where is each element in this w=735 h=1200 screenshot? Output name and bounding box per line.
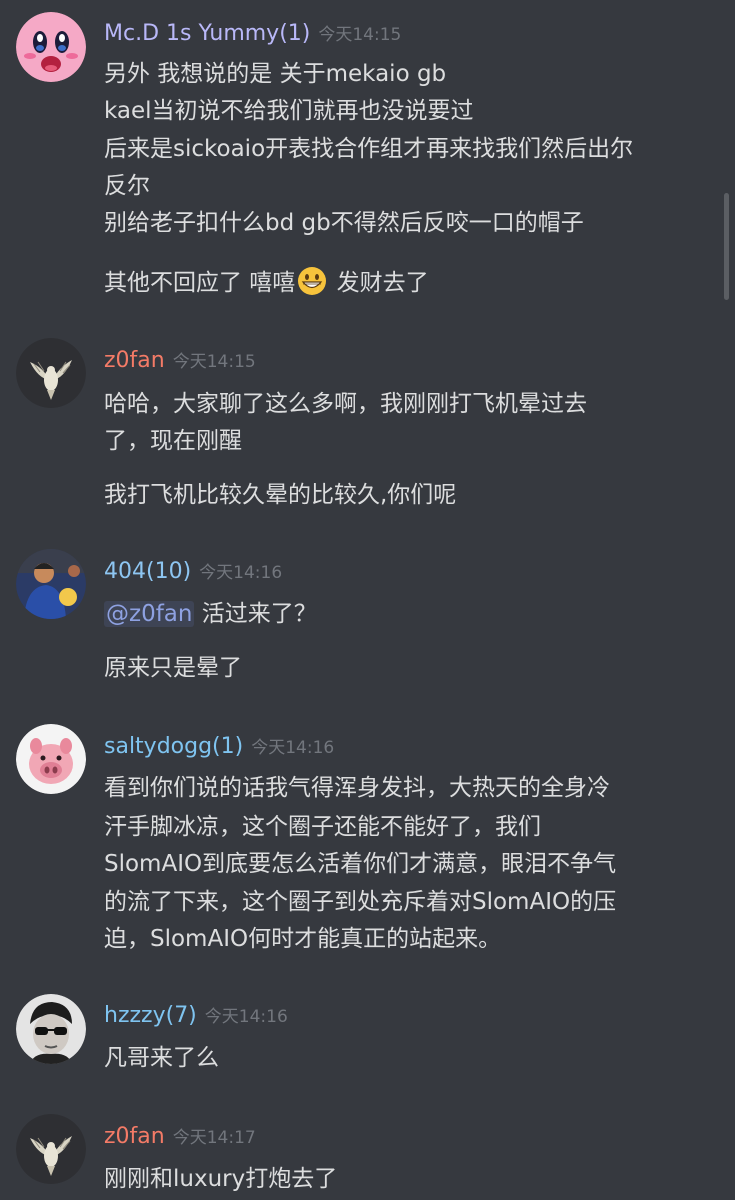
username[interactable]: saltydogg(1) [104,734,243,759]
message-text-span: 别给老子扣什么bd gb不得然后反咬一口的帽子 [104,210,584,236]
timestamp: 今天14:15 [318,25,402,45]
message-text: 刚刚和luxury打炮去了 [104,1166,338,1192]
message-text: kael当初说不给我们就再也没说要过 [104,98,474,124]
message-text: SlomAIO到底要怎么活着你们才满意，眼泪不争气 [104,851,617,877]
pig-avatar-icon[interactable] [16,724,86,794]
kirby-avatar-icon[interactable] [16,12,86,82]
chat-message-list: Mc.D 1s Yummy(1) 今天14:15 另外 我想说的是 关于meka… [0,0,735,1200]
dove-avatar-icon[interactable] [16,338,86,408]
message-text: 的流了下来，这个圈子到处充斥着对SlomAIO的压 [104,889,617,915]
message-text: 我打飞机比较久晕的比较久,你们呢 [104,482,457,508]
kid-photo-avatar-icon[interactable] [16,549,86,619]
username[interactable]: hzzzy(7) [104,1003,197,1028]
message-text: 反尔 [104,173,150,199]
user-mention[interactable]: @z0fan [104,601,195,627]
timestamp: 今天14:16 [199,563,283,583]
message-text: 其他不回应了 嘻嘻 发财去了 [104,265,429,302]
message-text: 汗手脚冰凉，这个圈子还能不能好了，我们 [104,814,541,840]
username[interactable]: Mc.D 1s Yummy(1) [104,21,310,46]
username[interactable]: z0fan [104,1124,165,1149]
message-text: 哈哈，大家聊了这么多啊，我刚刚打飞机晕过去 [104,391,587,417]
message-text: 别给老子扣什么bd gb不得然后反咬一口的帽子 [104,205,584,242]
username[interactable]: z0fan [104,348,165,373]
username[interactable]: 404(10) [104,559,191,584]
message-text: 迫，SlomAIO何时才能真正的站起来。 [104,926,502,952]
message-text-span: 其他不回应了 嘻嘻 [104,270,296,296]
dove-avatar-icon[interactable] [16,1114,86,1184]
message-text: @z0fan 活过来了？ [104,596,317,633]
message-text: 凡哥来了么 [104,1045,219,1071]
timestamp: 今天14:17 [172,1128,256,1148]
timestamp: 今天14:16 [251,738,335,758]
scrollbar-thumb[interactable] [724,193,729,300]
timestamp: 今天14:16 [204,1007,288,1027]
sunglasses-person-avatar-icon[interactable] [16,994,86,1064]
message-text-span: 活过来了？ [194,601,317,627]
message-text: 看到你们说的话我气得浑身发抖，大热天的全身冷 [104,775,610,801]
timestamp: 今天14:15 [172,352,256,372]
grinning-emoji-icon [297,266,327,296]
message-text: 了，现在刚醒 [104,428,242,454]
message-text: 后来是sickoaio开表找合作组才再来找我们然后出尔 [104,136,634,162]
message-text-span: 发财去了 [329,270,429,296]
message-text: 原来只是晕了 [104,655,242,681]
message-text: 另外 我想说的是 关于mekaio gb [104,61,447,87]
